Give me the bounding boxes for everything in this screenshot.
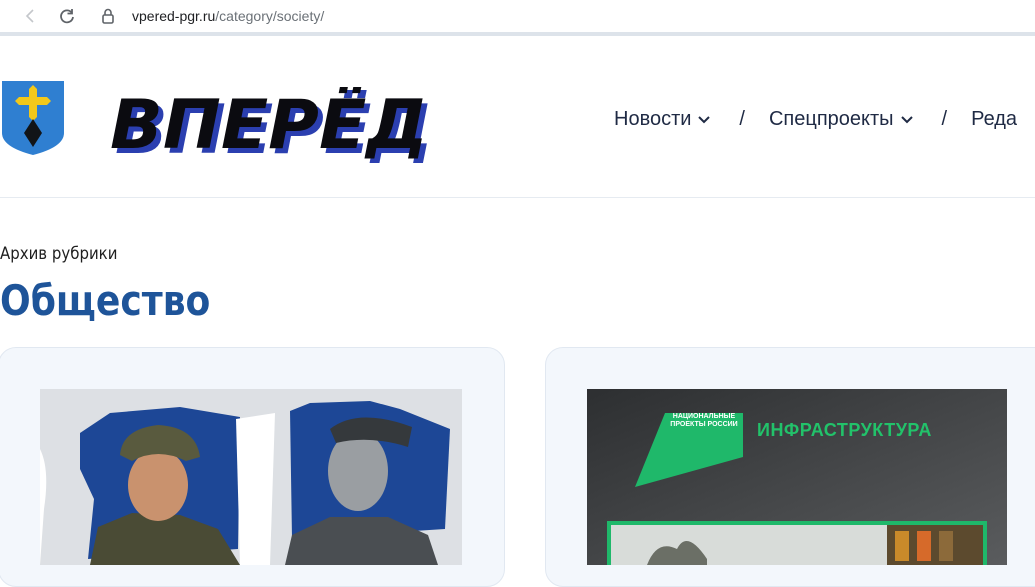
menu-item-label: Реда bbox=[971, 107, 1018, 130]
chevron-down-icon bbox=[698, 116, 711, 124]
menu-separator: / bbox=[941, 107, 948, 130]
menu-item-label: Новости bbox=[614, 107, 692, 130]
banner-heading: ИНФРАСТРУКТУРА bbox=[757, 420, 932, 440]
national-projects-badge: НАЦИОНАЛЬНЫЕ ПРОЕКТЫ РОССИИ bbox=[670, 413, 738, 428]
menu-item-editorial[interactable]: Реда bbox=[971, 108, 1017, 131]
lock-icon[interactable] bbox=[97, 5, 119, 27]
url-domain: vpered-pgr.ru bbox=[132, 8, 216, 24]
page-title: Общество bbox=[0, 276, 211, 325]
post-thumbnail[interactable]: НАЦИОНАЛЬНЫЕ ПРОЕКТЫ РОССИИ ИНФРАСТРУКТУ… bbox=[587, 389, 1007, 565]
menu-item-news[interactable]: Новости bbox=[614, 108, 711, 131]
logo-wordmark: ВПЕРЁД bbox=[110, 87, 428, 163]
address-bar[interactable]: vpered-pgr.ru/category/society/ bbox=[132, 6, 324, 26]
chevron-down-icon bbox=[900, 116, 913, 124]
post-thumbnail[interactable] bbox=[40, 389, 462, 565]
menu-separator: / bbox=[739, 107, 745, 130]
back-arrow-icon[interactable] bbox=[20, 5, 42, 27]
site-header: ВПЕРЁД ВПЕРЁД Новости / Спецпроекты / Ре… bbox=[0, 40, 1035, 198]
browser-toolbar: vpered-pgr.ru/category/society/ bbox=[0, 0, 1035, 36]
reload-icon[interactable] bbox=[56, 5, 78, 27]
url-path: /category/society/ bbox=[215, 8, 325, 24]
site-logo[interactable]: ВПЕРЁД ВПЕРЁД bbox=[108, 85, 438, 170]
archive-label: Архив рубрики bbox=[0, 244, 118, 264]
main-menu: Новости / Спецпроекты / Реда bbox=[614, 106, 1017, 132]
menu-item-special-projects[interactable]: Спецпроекты bbox=[769, 108, 914, 131]
menu-item-label: Спецпроекты bbox=[768, 107, 894, 130]
coat-of-arms-logo[interactable] bbox=[2, 81, 64, 155]
